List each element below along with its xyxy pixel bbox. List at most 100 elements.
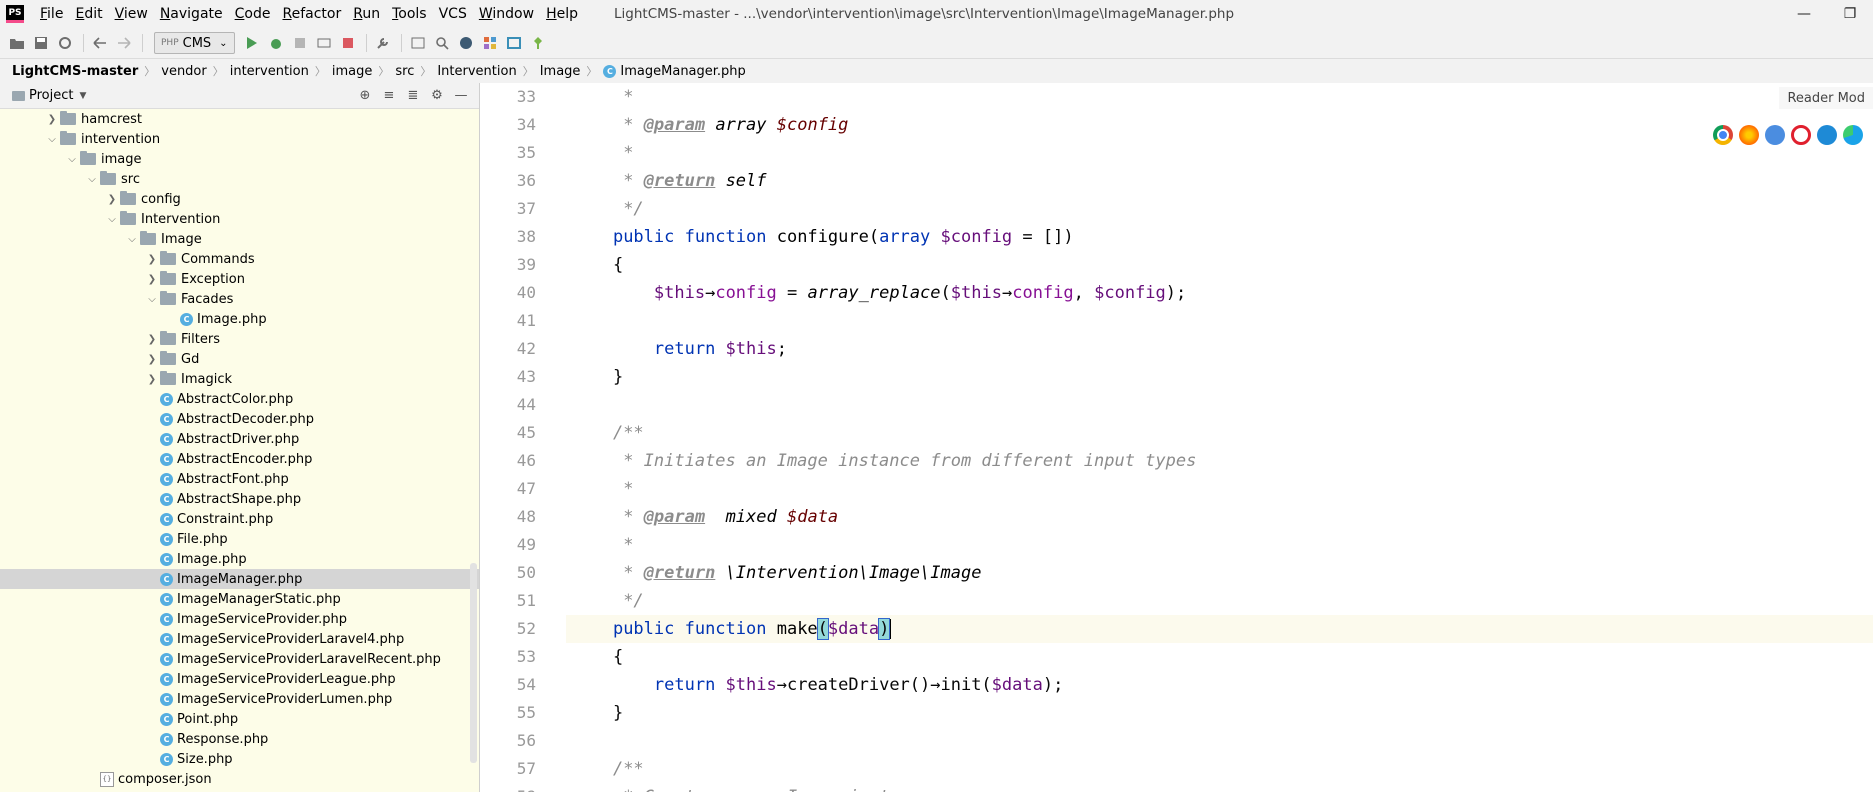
hide-panel-icon[interactable]: — xyxy=(451,86,471,106)
tree-item[interactable]: C AbstractDecoder.php xyxy=(0,409,479,429)
code-line[interactable] xyxy=(566,391,1873,419)
tree-item[interactable]: C AbstractEncoder.php xyxy=(0,449,479,469)
menu-vcs[interactable]: VCS xyxy=(433,0,473,28)
tree-item[interactable]: C ImageServiceProviderLumen.php xyxy=(0,689,479,709)
chevron-right-icon[interactable]: ❯ xyxy=(144,254,160,265)
code-line[interactable]: { xyxy=(566,251,1873,279)
menu-window[interactable]: Window xyxy=(473,0,540,28)
code-line[interactable]: * @return \Intervention\Image\Image xyxy=(566,559,1873,587)
tree-item[interactable]: C Point.php xyxy=(0,709,479,729)
plugins-icon[interactable] xyxy=(479,32,501,54)
profile-icon[interactable] xyxy=(313,32,335,54)
code-line[interactable]: * @param array $config xyxy=(566,111,1873,139)
coverage-icon[interactable] xyxy=(289,32,311,54)
tree-item[interactable]: ❯ Filters xyxy=(0,329,479,349)
code-line[interactable]: * xyxy=(566,531,1873,559)
open-folder-icon[interactable] xyxy=(6,32,28,54)
code-line[interactable]: /** xyxy=(566,419,1873,447)
inspect-icon[interactable] xyxy=(455,32,477,54)
menu-tools[interactable]: Tools xyxy=(386,0,433,28)
chevron-right-icon[interactable]: ❯ xyxy=(144,274,160,285)
code-line[interactable]: return $this→createDriver()→init($data); xyxy=(566,671,1873,699)
chevron-right-icon[interactable]: ❯ xyxy=(44,114,60,125)
menu-edit[interactable]: Edit xyxy=(69,0,108,28)
safari-icon[interactable] xyxy=(1765,125,1785,145)
tree-item[interactable]: C ImageManagerStatic.php xyxy=(0,589,479,609)
code-line[interactable]: * xyxy=(566,83,1873,111)
tree-item[interactable]: C Response.php xyxy=(0,729,479,749)
tree-item[interactable]: C Image.php xyxy=(0,309,479,329)
code-line[interactable]: $this→config = array_replace($this→confi… xyxy=(566,279,1873,307)
locate-target-icon[interactable]: ⊕ xyxy=(355,86,375,106)
search-icon[interactable] xyxy=(431,32,453,54)
tree-item[interactable]: ❯ Gd xyxy=(0,349,479,369)
tree-item[interactable]: C Image.php xyxy=(0,549,479,569)
menu-view[interactable]: View xyxy=(109,0,154,28)
pin-icon[interactable] xyxy=(527,32,549,54)
tree-item[interactable]: C ImageServiceProvider.php xyxy=(0,609,479,629)
chevron-down-icon[interactable]: ⌵ xyxy=(44,134,60,145)
breadcrumb-item[interactable]: LightCMS-master xyxy=(12,64,138,79)
tree-item[interactable]: ❯ hamcrest xyxy=(0,109,479,129)
stop-icon[interactable] xyxy=(337,32,359,54)
tree-item[interactable]: ❯ Imagick xyxy=(0,369,479,389)
tree-item[interactable]: {} composer.json xyxy=(0,769,479,789)
sync-icon[interactable] xyxy=(54,32,76,54)
tree-item[interactable]: C AbstractShape.php xyxy=(0,489,479,509)
tree-item[interactable]: ⌵ src xyxy=(0,169,479,189)
settings-wrench-icon[interactable] xyxy=(372,32,394,54)
code-area[interactable]: * * @param array $config * * @return sel… xyxy=(566,83,1873,792)
internet-explorer-icon[interactable] xyxy=(1817,125,1837,145)
tree-item[interactable]: ⌵ Intervention xyxy=(0,209,479,229)
menu-refactor[interactable]: Refactor xyxy=(276,0,347,28)
chevron-down-icon[interactable]: ⌵ xyxy=(124,234,140,245)
chrome-icon[interactable] xyxy=(1713,125,1733,145)
edge-icon[interactable] xyxy=(1843,125,1863,145)
tree-item[interactable]: ❯ config xyxy=(0,189,479,209)
gear-icon[interactable]: ⚙ xyxy=(427,86,447,106)
chevron-right-icon[interactable]: ❯ xyxy=(144,374,160,385)
forward-arrow-icon[interactable] xyxy=(113,32,135,54)
tree-item[interactable]: ❯ Commands xyxy=(0,249,479,269)
breadcrumb-item[interactable]: Intervention xyxy=(437,64,516,79)
code-line[interactable]: } xyxy=(566,699,1873,727)
menu-run[interactable]: Run xyxy=(347,0,386,28)
code-line[interactable]: /** xyxy=(566,755,1873,783)
minimize-button[interactable]: — xyxy=(1781,0,1827,28)
collapse-all-icon[interactable]: ≣ xyxy=(403,86,423,106)
tree-item[interactable]: ⌵ Image xyxy=(0,229,479,249)
breadcrumb-item[interactable]: intervention xyxy=(230,64,309,79)
tree-item[interactable]: C File.php xyxy=(0,529,479,549)
code-editor[interactable]: 33 34 35 36 37 38 39 40 41 42 43 44 45 46 47 48 49 50 51 52… xyxy=(480,83,1873,792)
breadcrumb-item[interactable]: vendor xyxy=(161,64,206,79)
menu-code[interactable]: Code xyxy=(229,0,277,28)
run-configuration-select[interactable]: PHP CMS ⌄ xyxy=(154,32,235,54)
code-line[interactable]: * xyxy=(566,475,1873,503)
menu-help[interactable]: Help xyxy=(540,0,584,28)
chevron-right-icon[interactable]: ❯ xyxy=(104,194,120,205)
tree-item[interactable]: C ImageManager.php xyxy=(0,569,479,589)
chevron-down-icon[interactable]: ⌵ xyxy=(144,294,160,305)
tree-item[interactable]: ⌵ image xyxy=(0,149,479,169)
breadcrumb-item[interactable]: C ImageManager.php xyxy=(603,64,746,79)
menu-navigate[interactable]: Navigate xyxy=(154,0,229,28)
tree-item[interactable]: C AbstractFont.php xyxy=(0,469,479,489)
code-line[interactable]: * xyxy=(566,139,1873,167)
code-line[interactable] xyxy=(566,727,1873,755)
menu-file[interactable]: File xyxy=(34,0,69,28)
tree-item[interactable]: ❯ Exception xyxy=(0,269,479,289)
tree-item[interactable]: C AbstractDriver.php xyxy=(0,429,479,449)
expand-all-icon[interactable]: ≡ xyxy=(379,86,399,106)
layout-icon[interactable] xyxy=(503,32,525,54)
restore-button[interactable]: ❐ xyxy=(1827,0,1873,28)
tree-item[interactable]: ⌵ Facades xyxy=(0,289,479,309)
terminal-icon[interactable] xyxy=(407,32,429,54)
chevron-down-icon[interactable]: ⌵ xyxy=(64,154,80,165)
breadcrumb-item[interactable]: Image xyxy=(540,64,581,79)
code-line[interactable]: */ xyxy=(566,195,1873,223)
breadcrumb-item[interactable]: src xyxy=(395,64,414,79)
project-scrollbar[interactable] xyxy=(470,563,477,763)
tree-item[interactable]: C AbstractColor.php xyxy=(0,389,479,409)
code-line[interactable]: return $this; xyxy=(566,335,1873,363)
back-arrow-icon[interactable] xyxy=(89,32,111,54)
